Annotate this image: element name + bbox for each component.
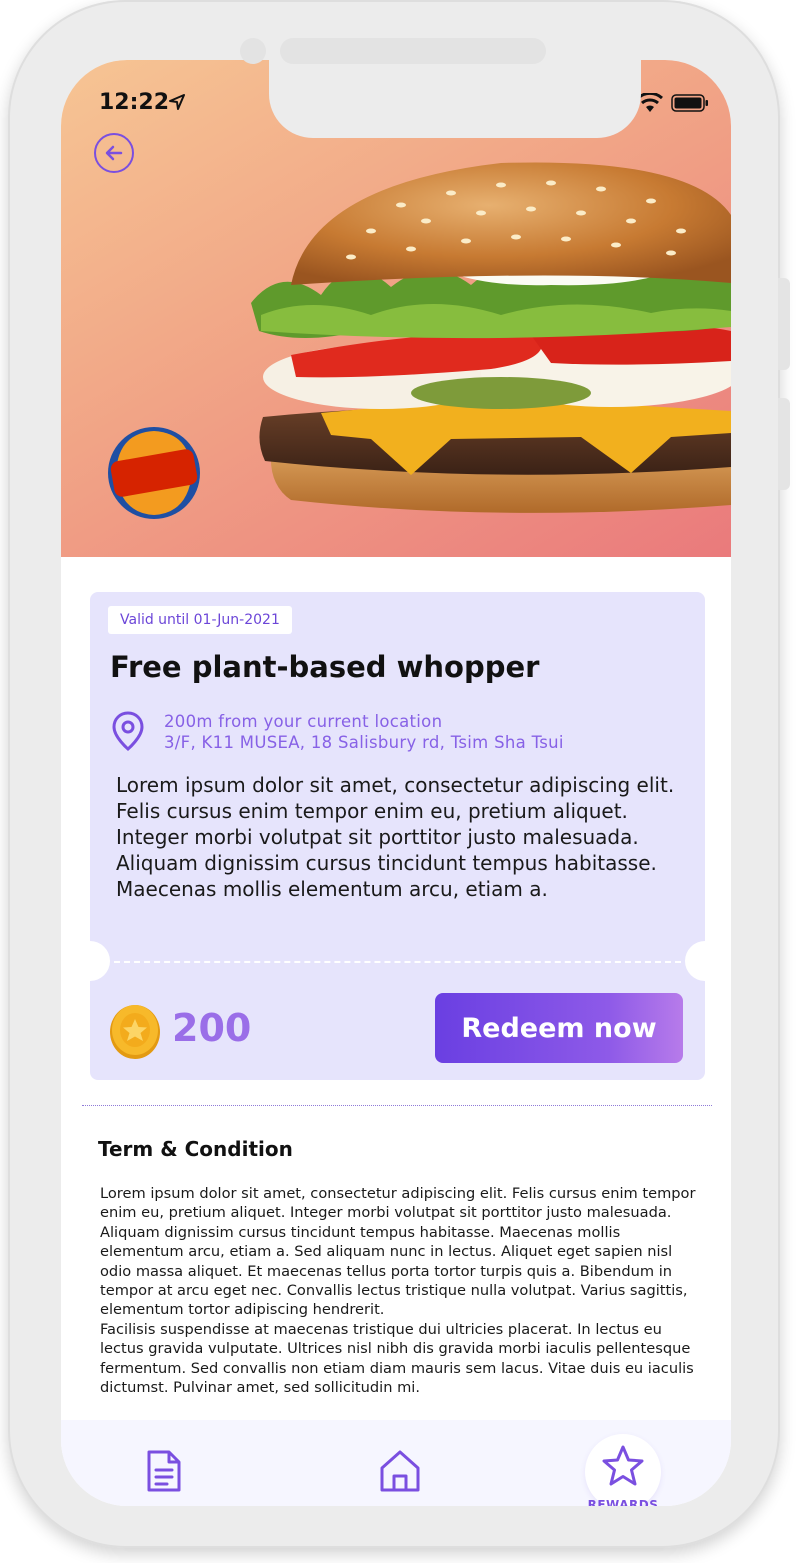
- nav-item-rewards[interactable]: [585, 1434, 661, 1506]
- ticket-notch-left: [70, 941, 110, 981]
- points-cost: 200: [172, 1006, 252, 1050]
- coin-icon: [110, 1005, 160, 1059]
- validity-badge: Valid until 01-Jun-2021: [108, 606, 292, 634]
- bottom-nav: REWARDS: [61, 1420, 731, 1506]
- nav-item-documents[interactable]: [145, 1448, 183, 1498]
- nav-label-rewards: REWARDS: [587, 1498, 659, 1506]
- offer-description: Lorem ipsum dolor sit amet, consectetur …: [116, 773, 675, 901]
- volume-down-button: [778, 398, 790, 490]
- app-screen: 12:22 Valid until 01-Jun-2021 Free plant…: [61, 60, 731, 1506]
- terms-title: Term & Condition: [98, 1137, 293, 1161]
- status-time: 12:22: [99, 90, 170, 115]
- back-button[interactable]: [94, 133, 134, 173]
- location-address: 3/F, K11 MUSEA, 18 Salisbury rd, Tsim Sh…: [164, 733, 564, 752]
- document-icon: [147, 1450, 181, 1492]
- star-icon: [602, 1445, 644, 1486]
- offer-card: Valid until 01-Jun-2021 Free plant-based…: [70, 592, 725, 1080]
- ticket-notch-right: [685, 941, 725, 981]
- volume-up-button: [778, 278, 790, 370]
- arrow-left-icon: [105, 145, 123, 161]
- earpiece-speaker: [280, 38, 546, 64]
- battery-icon: [671, 94, 708, 112]
- location-pin-icon: [112, 711, 144, 751]
- nav-item-home[interactable]: [378, 1448, 422, 1498]
- burger-image: [251, 162, 731, 513]
- terms-body: Lorem ipsum dolor sit amet, consectetur …: [100, 1185, 696, 1397]
- redeem-button[interactable]: Redeem now: [435, 993, 683, 1063]
- front-camera: [240, 38, 266, 64]
- location-info: 200m from your current location 3/F, K11…: [164, 711, 564, 753]
- offer-title: Free plant-based whopper: [110, 650, 540, 684]
- burger-king-logo: [108, 427, 200, 519]
- home-icon: [380, 1450, 420, 1492]
- ticket-perforation: [114, 961, 681, 963]
- section-divider: [82, 1105, 712, 1106]
- phone-notch: [269, 58, 641, 138]
- location-arrow-icon: [169, 94, 185, 110]
- location-distance: 200m from your current location: [164, 712, 443, 731]
